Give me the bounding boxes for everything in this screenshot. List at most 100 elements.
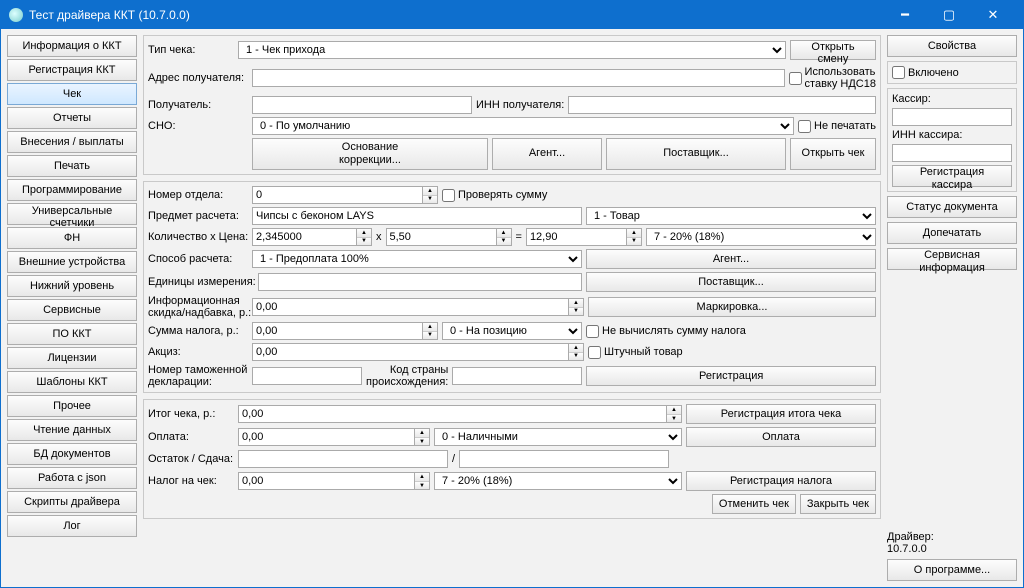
tax-check-select[interactable]: 7 - 20% (18%) — [434, 472, 682, 490]
change-input[interactable] — [459, 450, 669, 468]
units-input[interactable] — [258, 273, 582, 291]
tax-sum-spinner[interactable]: ▲▼ — [422, 322, 438, 340]
nav-работа-с-json[interactable]: Работа с json — [7, 467, 137, 489]
no-calc-tax-checkbox[interactable]: Не вычислять сумму налога — [586, 325, 746, 338]
recipient-input[interactable] — [252, 96, 472, 114]
use-rate-nds18-checkbox[interactable]: Использовать ставку НДС18 — [789, 63, 876, 93]
driver-info: Драйвер: 10.7.0.0 О программе... — [887, 531, 1017, 581]
nav-программирование[interactable]: Программирование — [7, 179, 137, 201]
cashier-input[interactable] — [892, 108, 1012, 126]
nav-бд-документов[interactable]: БД документов — [7, 443, 137, 465]
dept-input[interactable] — [252, 186, 422, 204]
reprint-button[interactable]: Допечатать — [887, 222, 1017, 244]
remainder-input[interactable] — [238, 450, 448, 468]
registration-button[interactable]: Регистрация — [586, 366, 876, 386]
nav-универсальные-счетчики[interactable]: Универсальные счетчики — [7, 203, 137, 225]
check-sum-checkbox[interactable]: Проверять сумму — [442, 189, 547, 202]
check-footer-box: Итог чека, р.: ▲▼ Регистрация итога чека… — [143, 399, 881, 519]
properties-button[interactable]: Свойства — [887, 35, 1017, 57]
nav-отчеты[interactable]: Отчеты — [7, 107, 137, 129]
check-total-input[interactable] — [238, 405, 666, 423]
close-button[interactable]: ✕ — [971, 1, 1015, 29]
info-discount-spinner[interactable]: ▲▼ — [568, 298, 584, 316]
doc-status-button[interactable]: Статус документа — [887, 196, 1017, 218]
info-discount-label: Информационнаяскидка/надбавка, р.: — [148, 295, 248, 319]
nav-лог[interactable]: Лог — [7, 515, 137, 537]
about-button[interactable]: О программе... — [887, 559, 1017, 581]
reg-cashier-button[interactable]: Регистрациякассира — [892, 165, 1012, 187]
supplier-button-2[interactable]: Поставщик... — [586, 272, 876, 292]
payment-label: Оплата: — [148, 431, 234, 443]
marking-button[interactable]: Маркировка... — [588, 297, 876, 317]
titlebar: Тест драйвера ККТ (10.7.0.0) ━ ▢ ✕ — [1, 1, 1023, 29]
qty-input[interactable] — [252, 228, 356, 246]
nav-внешние-устройства[interactable]: Внешние устройства — [7, 251, 137, 273]
open-shift-button[interactable]: Открыть смену — [790, 40, 876, 60]
cashier-inn-input[interactable] — [892, 144, 1012, 162]
customs-label: Номер таможеннойдекларации: — [148, 364, 248, 388]
open-check-button[interactable]: Открыть чек — [790, 138, 876, 170]
supplier-button[interactable]: Поставщик... — [606, 138, 786, 170]
cancel-check-button[interactable]: Отменить чек — [712, 494, 796, 514]
enabled-checkbox[interactable]: Включено — [892, 66, 1012, 79]
nav-сервисные[interactable]: Сервисные — [7, 299, 137, 321]
total-spinner[interactable]: ▲▼ — [626, 228, 642, 246]
customs-input[interactable] — [252, 367, 362, 385]
check-total-spinner[interactable]: ▲▼ — [666, 405, 682, 423]
cashier-label: Кассир: — [892, 93, 1012, 105]
agent-button-2[interactable]: Агент... — [586, 249, 876, 269]
pay-button[interactable]: Оплата — [686, 427, 876, 447]
nav-по-ккт[interactable]: ПО ККТ — [7, 323, 137, 345]
tax-pos-select[interactable]: 0 - На позицию — [442, 322, 582, 340]
no-print-checkbox[interactable]: Не печатать — [798, 120, 876, 133]
tax-check-spinner[interactable]: ▲▼ — [414, 472, 430, 490]
nav-фн[interactable]: ФН — [7, 227, 137, 249]
payment-input[interactable] — [238, 428, 414, 446]
tax-sum-input[interactable] — [252, 322, 422, 340]
recipient-addr-input[interactable] — [252, 69, 785, 87]
payment-type-select[interactable]: 0 - Наличными — [434, 428, 682, 446]
nav-чтение-данных[interactable]: Чтение данных — [7, 419, 137, 441]
country-input[interactable] — [452, 367, 582, 385]
tax-sum-label: Сумма налога, р.: — [148, 325, 248, 337]
qty-spinner[interactable]: ▲▼ — [356, 228, 372, 246]
item-type-select[interactable]: 1 - Товар — [586, 207, 876, 225]
price-spinner[interactable]: ▲▼ — [496, 228, 512, 246]
tax-check-input[interactable] — [238, 472, 414, 490]
nav-лицензии[interactable]: Лицензии — [7, 347, 137, 369]
nav-прочее[interactable]: Прочее — [7, 395, 137, 417]
excise-spinner[interactable]: ▲▼ — [568, 343, 584, 361]
item-input[interactable] — [252, 207, 582, 225]
nav-чек[interactable]: Чек — [7, 83, 137, 105]
info-discount-input[interactable] — [252, 298, 568, 316]
dept-spinner[interactable]: ▲▼ — [422, 186, 438, 204]
inn-recipient-input[interactable] — [568, 96, 876, 114]
payment-spinner[interactable]: ▲▼ — [414, 428, 430, 446]
nav-регистрация-ккт[interactable]: Регистрация ККТ — [7, 59, 137, 81]
maximize-button[interactable]: ▢ — [927, 1, 971, 29]
nav-скрипты-драйвера[interactable]: Скрипты драйвера — [7, 491, 137, 513]
agent-button[interactable]: Агент... — [492, 138, 602, 170]
service-info-button[interactable]: Сервиснаяинформация — [887, 248, 1017, 270]
check-header-box: Тип чека: 1 - Чек прихода Открыть смену … — [143, 35, 881, 175]
tax-rate-select[interactable]: 7 - 20% (18%) — [646, 228, 876, 246]
dept-label: Номер отдела: — [148, 189, 248, 201]
check-type-select[interactable]: 1 - Чек прихода — [238, 41, 786, 59]
nav-нижний-уровень[interactable]: Нижний уровень — [7, 275, 137, 297]
close-check-button[interactable]: Закрыть чек — [800, 494, 876, 514]
total-input[interactable] — [526, 228, 626, 246]
piece-goods-checkbox[interactable]: Штучный товар — [588, 346, 683, 359]
sno-select[interactable]: 0 - По умолчанию — [252, 117, 794, 135]
pay-method-select[interactable]: 1 - Предоплата 100% — [252, 250, 582, 268]
minimize-button[interactable]: ━ — [883, 1, 927, 29]
excise-label: Акциз: — [148, 346, 248, 358]
correction-basis-button[interactable]: Основаниекоррекции... — [252, 138, 488, 170]
nav-печать[interactable]: Печать — [7, 155, 137, 177]
reg-total-button[interactable]: Регистрация итога чека — [686, 404, 876, 424]
excise-input[interactable] — [252, 343, 568, 361]
nav-внесения-выплаты[interactable]: Внесения / выплаты — [7, 131, 137, 153]
price-input[interactable] — [386, 228, 496, 246]
nav-информация-о-ккт[interactable]: Информация о ККТ — [7, 35, 137, 57]
nav-шаблоны-ккт[interactable]: Шаблоны ККТ — [7, 371, 137, 393]
reg-tax-button[interactable]: Регистрация налога — [686, 471, 876, 491]
